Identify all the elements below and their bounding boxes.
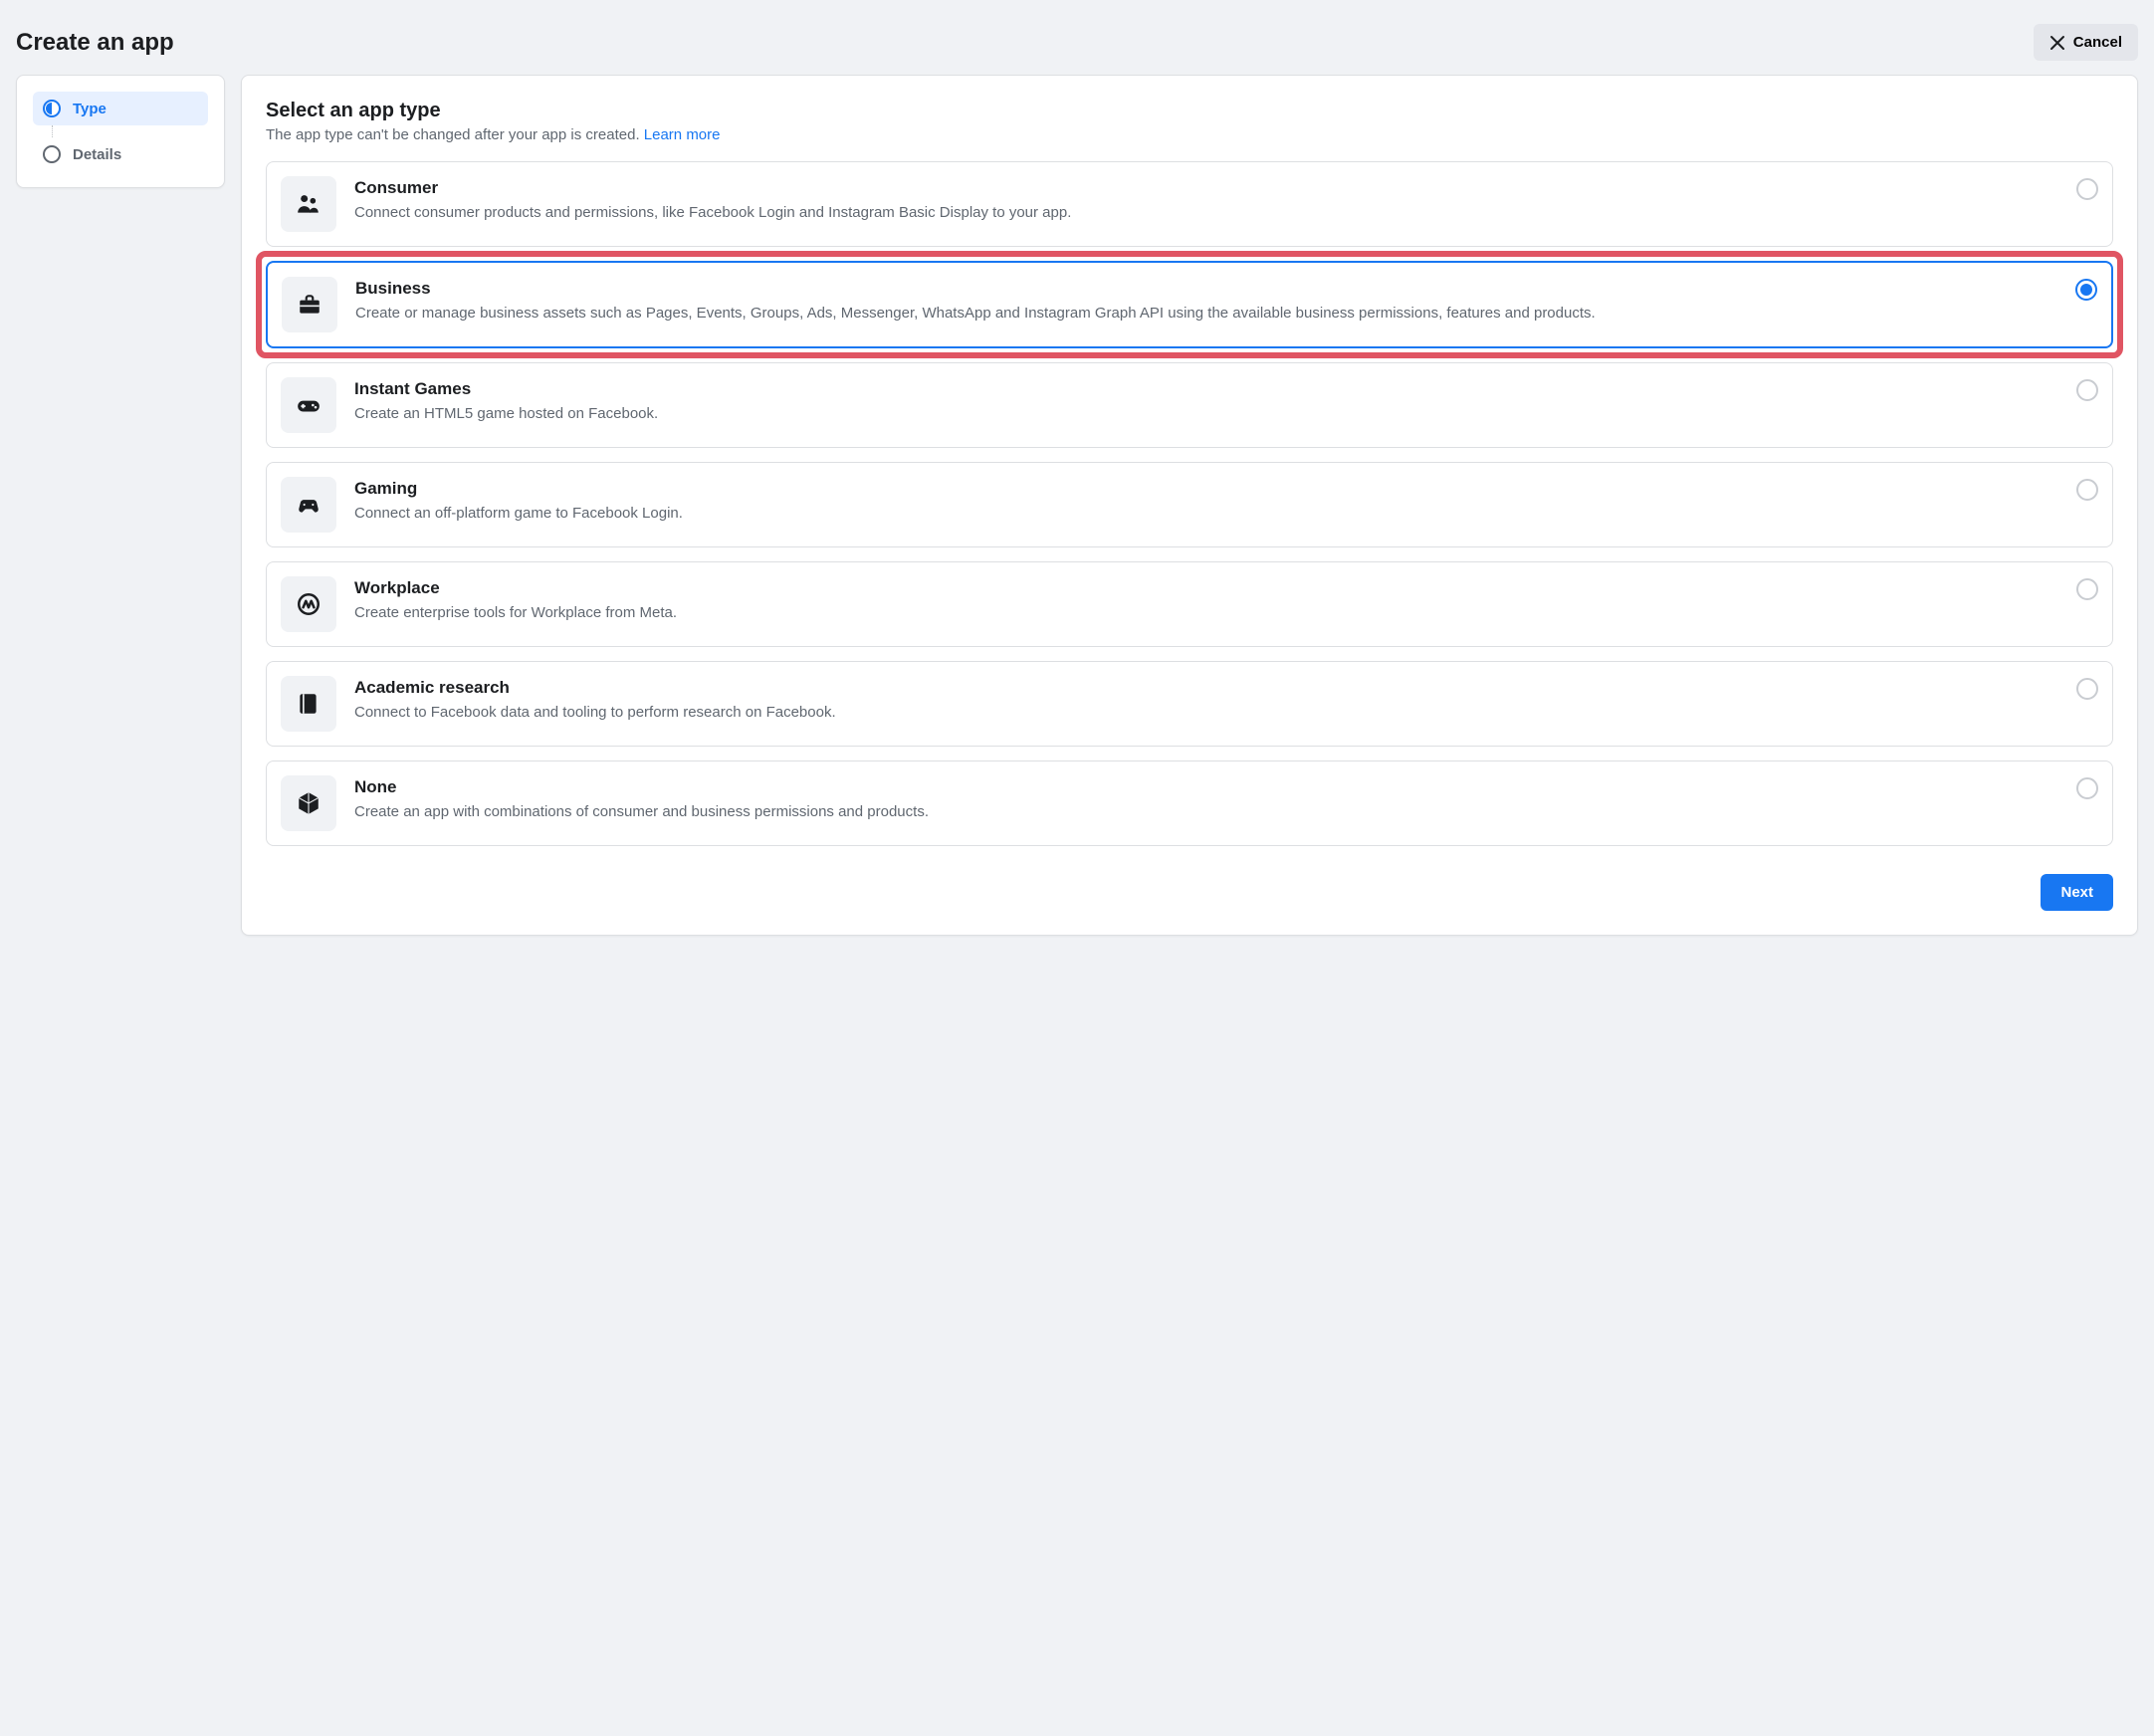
option-description: Create enterprise tools for Workplace fr… (354, 602, 2058, 623)
option-title: None (354, 777, 2058, 797)
next-button[interactable]: Next (2041, 874, 2113, 911)
option-description: Connect an off-platform game to Facebook… (354, 503, 2058, 524)
app-type-options: Consumer Connect consumer products and pe… (266, 161, 2113, 846)
section-subtitle: The app type can't be changed after your… (266, 126, 2113, 143)
step-label: Type (73, 101, 107, 117)
app-type-option-instant-games[interactable]: Instant Games Create an HTML5 game hosted… (266, 362, 2113, 448)
page-title: Create an app (16, 29, 174, 57)
learn-more-link[interactable]: Learn more (644, 126, 721, 143)
step-indicator-icon (43, 145, 61, 163)
subtitle-text: The app type can't be changed after your… (266, 126, 644, 143)
joystick-icon (281, 477, 336, 533)
step-connector (52, 125, 53, 137)
people-icon (281, 176, 336, 232)
option-body: Workplace Create enterprise tools for Wor… (354, 576, 2058, 623)
option-description: Create an HTML5 game hosted on Facebook. (354, 403, 2058, 424)
option-body: None Create an app with combinations of c… (354, 775, 2058, 822)
option-title: Consumer (354, 178, 2058, 198)
section-title: Select an app type (266, 100, 2113, 122)
briefcase-icon (282, 277, 337, 332)
radio-indicator[interactable] (2076, 479, 2098, 501)
radio-indicator[interactable] (2076, 379, 2098, 401)
option-description: Connect consumer products and permission… (354, 202, 2058, 223)
app-type-option-consumer[interactable]: Consumer Connect consumer products and pe… (266, 161, 2113, 247)
workplace-icon (281, 576, 336, 632)
option-title: Instant Games (354, 379, 2058, 399)
app-type-option-academic[interactable]: Academic research Connect to Facebook dat… (266, 661, 2113, 747)
cancel-label: Cancel (2073, 34, 2122, 51)
option-title: Workplace (354, 578, 2058, 598)
step-indicator-icon (43, 100, 61, 117)
app-type-option-workplace[interactable]: Workplace Create enterprise tools for Wor… (266, 561, 2113, 647)
radio-indicator[interactable] (2076, 578, 2098, 600)
radio-indicator[interactable] (2075, 279, 2097, 301)
option-body: Gaming Connect an off-platform game to Fa… (354, 477, 2058, 524)
app-type-option-gaming[interactable]: Gaming Connect an off-platform game to Fa… (266, 462, 2113, 547)
option-body: Business Create or manage business assets… (355, 277, 2057, 324)
cube-icon (281, 775, 336, 831)
option-body: Academic research Connect to Facebook dat… (354, 676, 2058, 723)
gamepad-icon (281, 377, 336, 433)
step-details[interactable]: Details (33, 137, 208, 171)
option-body: Consumer Connect consumer products and pe… (354, 176, 2058, 223)
step-type[interactable]: Type (33, 92, 208, 125)
option-title: Academic research (354, 678, 2058, 698)
radio-indicator[interactable] (2076, 777, 2098, 799)
option-description: Create an app with combinations of consu… (354, 801, 2058, 822)
footer: Next (266, 874, 2113, 911)
main-panel: Select an app type The app type can't be… (241, 75, 2138, 936)
step-list: Type Details (33, 92, 208, 171)
app-type-option-business[interactable]: Business Create or manage business assets… (266, 261, 2113, 348)
option-description: Connect to Facebook data and tooling to … (354, 702, 2058, 723)
option-body: Instant Games Create an HTML5 game hosted… (354, 377, 2058, 424)
sidebar: Type Details (16, 75, 225, 188)
book-icon (281, 676, 336, 732)
close-icon (2049, 35, 2065, 51)
option-title: Business (355, 279, 2057, 299)
radio-indicator[interactable] (2076, 178, 2098, 200)
option-title: Gaming (354, 479, 2058, 499)
option-description: Create or manage business assets such as… (355, 303, 2057, 324)
header: Create an app Cancel (16, 16, 2138, 75)
step-label: Details (73, 146, 121, 163)
app-type-option-none[interactable]: None Create an app with combinations of c… (266, 760, 2113, 846)
radio-indicator[interactable] (2076, 678, 2098, 700)
cancel-button[interactable]: Cancel (2034, 24, 2138, 61)
